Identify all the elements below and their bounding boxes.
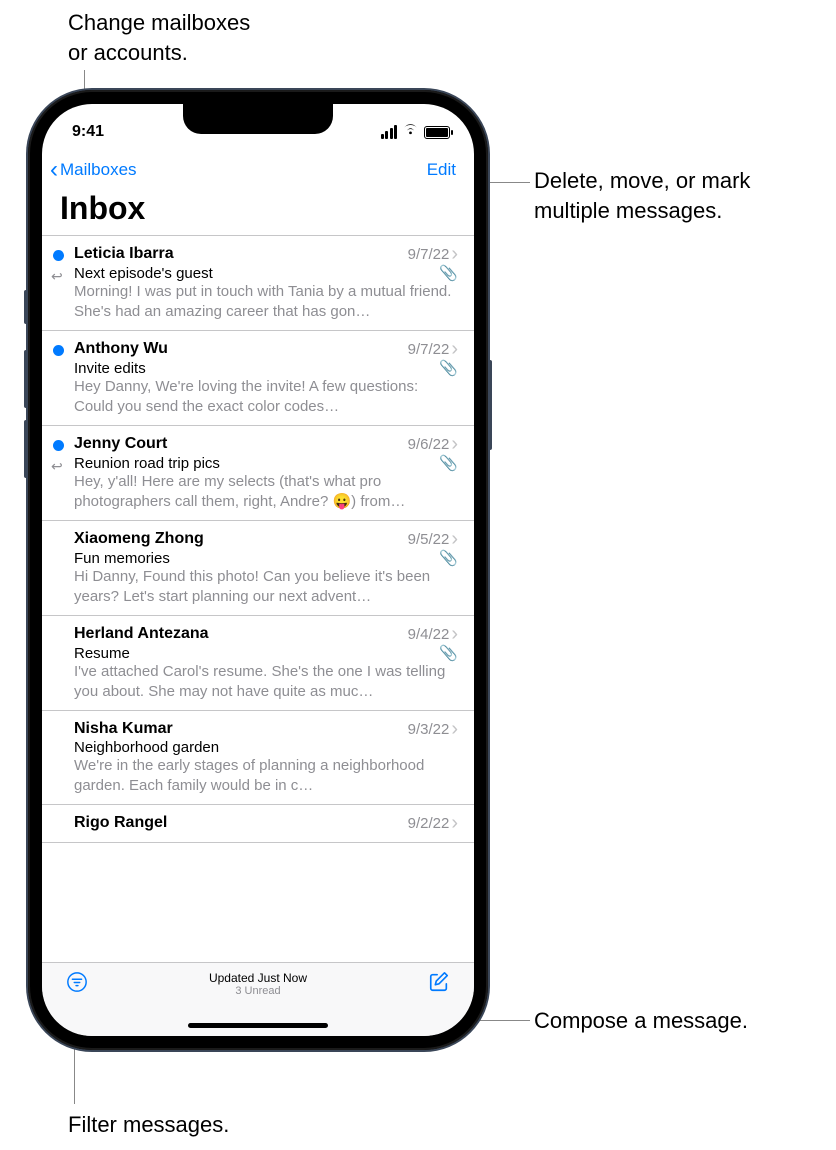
subject-label: Fun memories bbox=[74, 550, 170, 567]
sender-label: Jenny Court bbox=[74, 435, 167, 453]
preview-text: Morning! I was put in touch with Tania b… bbox=[74, 282, 458, 321]
chevron-right-icon: › bbox=[451, 339, 458, 359]
sender-label: Nisha Kumar bbox=[74, 720, 173, 738]
volume-down-button bbox=[24, 420, 28, 478]
subject-label: Resume bbox=[74, 645, 130, 662]
unread-dot-icon bbox=[53, 440, 64, 451]
preview-text: Hi Danny, Found this photo! Can you beli… bbox=[74, 567, 458, 606]
preview-text: Hey Danny, We're loving the invite! A fe… bbox=[74, 377, 458, 416]
mail-row[interactable]: Nisha Kumar 9/3/22 › Neighborhood gardenWe… bbox=[42, 711, 474, 805]
date-label: 9/6/22 › bbox=[408, 434, 458, 454]
chevron-right-icon: › bbox=[451, 813, 458, 833]
unread-dot-icon bbox=[53, 345, 64, 356]
unread-dot-icon bbox=[53, 250, 64, 261]
cellular-icon bbox=[381, 125, 398, 139]
subject-label: Invite edits bbox=[74, 360, 146, 377]
filter-button[interactable] bbox=[66, 971, 88, 998]
mail-row[interactable]: ↩ Leticia Ibarra 9/7/22 › Next episode's gu… bbox=[42, 236, 474, 331]
screen: 9:41 ‹ Mailboxes Edit Inbox ↩ Leticia Iba… bbox=[42, 104, 474, 1036]
chevron-right-icon: › bbox=[451, 624, 458, 644]
side-button bbox=[488, 360, 492, 450]
date-label: 9/2/22 › bbox=[408, 813, 458, 833]
reply-icon: ↩ bbox=[51, 268, 63, 285]
mail-row[interactable]: Xiaomeng Zhong 9/5/22 › Fun memories 📎Hi Da… bbox=[42, 521, 474, 616]
paperclip-icon: 📎 bbox=[439, 454, 458, 472]
date-label: 9/4/22 › bbox=[408, 624, 458, 644]
phone-frame: 9:41 ‹ Mailboxes Edit Inbox ↩ Leticia Iba… bbox=[28, 90, 488, 1050]
preview-text: We're in the early stages of planning a … bbox=[74, 756, 458, 795]
mail-list[interactable]: ↩ Leticia Ibarra 9/7/22 › Next episode's gu… bbox=[42, 235, 474, 962]
wifi-icon bbox=[402, 123, 419, 141]
home-indicator[interactable] bbox=[188, 1023, 328, 1028]
paperclip-icon: 📎 bbox=[439, 264, 458, 282]
chevron-right-icon: › bbox=[451, 529, 458, 549]
subject-label: Reunion road trip pics bbox=[74, 455, 220, 472]
callout-mailboxes: Change mailboxes or accounts. bbox=[68, 8, 250, 67]
preview-text: I've attached Carol's resume. She's the … bbox=[74, 662, 458, 701]
silent-switch bbox=[24, 290, 28, 324]
unread-count: 3 Unread bbox=[88, 985, 428, 997]
sender-label: Xiaomeng Zhong bbox=[74, 530, 204, 548]
toolbar: Updated Just Now 3 Unread bbox=[42, 962, 474, 1036]
edit-button[interactable]: Edit bbox=[427, 160, 456, 180]
compose-button[interactable] bbox=[428, 971, 450, 998]
preview-text: Hey, y'all! Here are my selects (that's … bbox=[74, 472, 458, 511]
mail-row[interactable]: Anthony Wu 9/7/22 › Invite edits 📎Hey Danny… bbox=[42, 331, 474, 426]
date-label: 9/5/22 › bbox=[408, 529, 458, 549]
updated-label: Updated Just Now bbox=[88, 971, 428, 985]
sender-label: Leticia Ibarra bbox=[74, 245, 174, 263]
chevron-right-icon: › bbox=[451, 434, 458, 454]
mailboxes-back-button[interactable]: ‹ Mailboxes bbox=[50, 158, 137, 182]
callout-edit: Delete, move, or mark multiple messages. bbox=[534, 166, 750, 225]
sender-label: Herland Antezana bbox=[74, 625, 209, 643]
chevron-right-icon: › bbox=[451, 244, 458, 264]
sender-label: Anthony Wu bbox=[74, 340, 168, 358]
toolbar-status: Updated Just Now 3 Unread bbox=[88, 971, 428, 997]
date-label: 9/7/22 › bbox=[408, 339, 458, 359]
paperclip-icon: 📎 bbox=[439, 644, 458, 662]
subject-label: Neighborhood garden bbox=[74, 739, 219, 756]
volume-up-button bbox=[24, 350, 28, 408]
page-title: Inbox bbox=[42, 186, 474, 235]
status-icons bbox=[381, 123, 451, 141]
callout-filter: Filter messages. bbox=[68, 1110, 229, 1140]
subject-label: Next episode's guest bbox=[74, 265, 213, 282]
chevron-back-icon: ‹ bbox=[50, 158, 58, 182]
paperclip-icon: 📎 bbox=[439, 549, 458, 567]
mail-row[interactable]: Herland Antezana 9/4/22 › Resume 📎I've atta… bbox=[42, 616, 474, 711]
back-label: Mailboxes bbox=[60, 160, 137, 180]
callout-compose: Compose a message. bbox=[534, 1006, 748, 1036]
reply-icon: ↩ bbox=[51, 458, 63, 475]
date-label: 9/7/22 › bbox=[408, 244, 458, 264]
sender-label: Rigo Rangel bbox=[74, 814, 167, 832]
paperclip-icon: 📎 bbox=[439, 359, 458, 377]
mail-row[interactable]: Rigo Rangel 9/2/22 › bbox=[42, 805, 474, 843]
status-time: 9:41 bbox=[72, 123, 104, 141]
mail-row[interactable]: ↩ Jenny Court 9/6/22 › Reunion road trip pi… bbox=[42, 426, 474, 521]
nav-bar: ‹ Mailboxes Edit bbox=[42, 150, 474, 186]
chevron-right-icon: › bbox=[451, 719, 458, 739]
date-label: 9/3/22 › bbox=[408, 719, 458, 739]
battery-icon bbox=[424, 126, 450, 139]
notch bbox=[183, 104, 333, 134]
